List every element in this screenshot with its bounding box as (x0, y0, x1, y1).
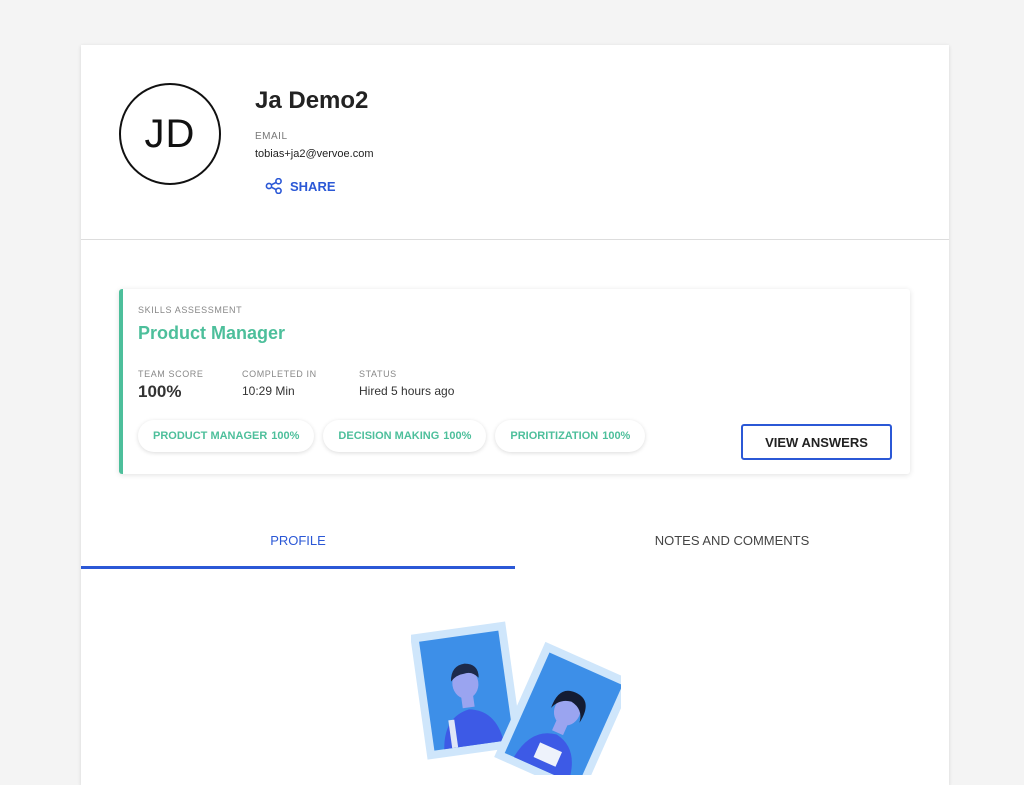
skill-pills: PRODUCT MANAGER 100% DECISION MAKING 100… (138, 420, 646, 452)
skill-pill[interactable]: PRODUCT MANAGER 100% (138, 420, 315, 452)
status-stat: STATUS Hired 5 hours ago (359, 369, 454, 398)
email-value: tobias+ja2@vervoe.com (255, 148, 374, 160)
skill-pill[interactable]: DECISION MAKING 100% (323, 420, 487, 452)
tab-notes-and-comments[interactable]: NOTES AND COMMENTS (515, 515, 949, 569)
profile-tabs: PROFILE NOTES AND COMMENTS (81, 515, 949, 569)
skill-pill[interactable]: PRIORITIZATION 100% (495, 420, 646, 452)
skill-score: 100% (443, 430, 472, 442)
share-button[interactable]: SHARE (265, 178, 336, 194)
candidate-card: JD Ja Demo2 EMAIL tobias+ja2@vervoe.com … (81, 45, 949, 785)
skill-score: 100% (602, 430, 631, 442)
candidate-name: Ja Demo2 (255, 87, 369, 114)
assessment-card: SKILLS ASSESSMENT Product Manager TEAM S… (119, 289, 910, 474)
assessment-type: SKILLS ASSESSMENT (138, 305, 243, 315)
completed-stat: COMPLETED IN 10:29 Min (242, 369, 317, 398)
view-answers-button[interactable]: VIEW ANSWERS (741, 424, 892, 460)
team-score-stat: TEAM SCORE 100% (138, 369, 204, 402)
candidate-header: JD Ja Demo2 EMAIL tobias+ja2@vervoe.com … (81, 45, 949, 240)
avatar-initials: JD (144, 111, 196, 156)
completed-label: COMPLETED IN (242, 369, 317, 379)
completed-value: 10:29 Min (242, 384, 295, 398)
share-label: SHARE (290, 178, 336, 194)
skill-score: 100% (271, 430, 300, 442)
avatar: JD (119, 83, 221, 185)
email-label: EMAIL (255, 131, 288, 142)
skill-name: PRIORITIZATION (510, 430, 599, 442)
skill-name: PRODUCT MANAGER (153, 430, 268, 442)
skill-name: DECISION MAKING (338, 430, 440, 442)
tab-profile[interactable]: PROFILE (81, 515, 515, 569)
status-value: Hired 5 hours ago (359, 384, 455, 398)
profile-illustration (410, 615, 634, 785)
share-icon (265, 178, 283, 194)
team-score-value: 100% (138, 382, 182, 401)
status-label: STATUS (359, 369, 397, 379)
assessment-title[interactable]: Product Manager (138, 323, 285, 344)
team-score-label: TEAM SCORE (138, 369, 204, 379)
